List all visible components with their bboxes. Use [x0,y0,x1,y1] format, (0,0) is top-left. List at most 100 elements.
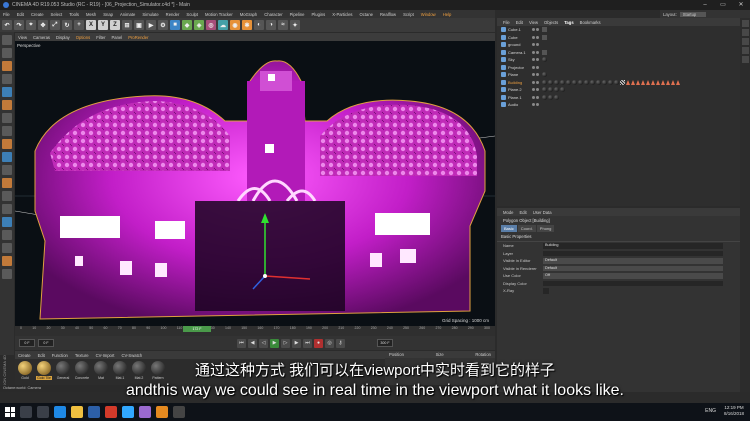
texture-tag-icon[interactable] [554,94,559,100]
menu-mesh[interactable]: Mesh [86,12,96,17]
material-menu-texture[interactable]: Texture [75,353,89,358]
warning-tag-icon[interactable] [636,79,640,85]
warning-tag-icon[interactable] [631,79,635,85]
octane-settings-icon[interactable]: ◑ [266,20,276,30]
viewport-menu-options[interactable]: Options [76,35,90,40]
object-row-plane[interactable]: Plane [497,71,740,79]
object-name[interactable]: Plane [508,72,532,77]
menu-octane[interactable]: Octane [360,12,374,17]
texture-tag-icon[interactable] [566,79,571,85]
play-icon[interactable]: ▶ [270,338,279,348]
object-row-projector[interactable]: Projector [497,64,740,72]
side-tool-icon[interactable] [741,20,749,27]
object-menu-objects[interactable]: Objects [544,20,558,25]
property-dropdown[interactable]: Off [543,273,723,279]
menu-help[interactable]: Help [443,12,452,17]
solo-icon[interactable] [2,178,12,188]
rotate-icon[interactable]: ↻ [62,20,72,30]
render-view-icon[interactable]: ▣ [134,20,144,30]
minimize-button[interactable]: – [696,0,714,10]
menu-sculpt[interactable]: Sculpt [186,12,198,17]
warning-tag-icon[interactable] [656,79,660,85]
protection-tag-icon[interactable] [542,49,547,55]
object-row-ground[interactable]: ground [497,41,740,49]
xref-icon[interactable] [2,256,12,266]
object-row-building[interactable]: Building [497,79,740,87]
start-frame-field[interactable]: 0 F [19,339,35,347]
warning-tag-icon[interactable] [661,79,665,85]
z-axis-button[interactable]: Z [110,20,120,30]
maximize-button[interactable]: ▭ [714,0,732,10]
object-row-sky[interactable]: Sky [497,56,740,64]
menu-character[interactable]: Character [264,12,282,17]
texture-tag-icon[interactable] [602,79,607,85]
menu-motion-tracker[interactable]: Motion Tracker [205,12,233,17]
texture-tag-icon[interactable] [554,87,559,93]
visibility-dots[interactable] [532,80,542,84]
menu-select[interactable]: Select [51,12,63,17]
side-tool-icon[interactable] [741,29,749,36]
texture-tag-icon[interactable] [596,79,601,85]
viewport-menu-panel[interactable]: Panel [112,35,123,40]
keyframe-selection-icon[interactable]: ⚷ [336,338,345,348]
coordinate-system-icon[interactable]: ⊞ [122,20,132,30]
side-tool-icon[interactable] [741,47,749,54]
viewport-menu-display[interactable]: Display [56,35,70,40]
property-input[interactable] [543,250,723,256]
material-menu-create[interactable]: Create [18,353,31,358]
viewport-menu-filter[interactable]: Filter [96,35,105,40]
model-mode-icon[interactable] [2,48,12,58]
texture-tag-icon[interactable] [542,79,547,85]
object-menu-edit[interactable]: Edit [516,20,523,25]
warning-tag-icon[interactable] [626,79,630,85]
visibility-dots[interactable] [532,88,542,92]
material-menu-cv-import[interactable]: CV-Import [96,353,115,358]
texture-tag-icon[interactable] [614,79,619,85]
warning-tag-icon[interactable] [646,79,650,85]
menu-create[interactable]: Create [31,12,44,17]
object-name[interactable]: Projector [508,65,532,70]
go-to-start-icon[interactable]: ⏮ [237,338,246,348]
texture-tag-icon[interactable] [590,79,595,85]
property-checkbox[interactable] [543,288,549,294]
warning-tag-icon[interactable] [671,79,675,85]
points-mode-icon[interactable] [2,87,12,97]
render-picture-viewer-icon[interactable]: ▶ [146,20,156,30]
texture-tag-icon[interactable] [542,72,547,78]
workplane-icon[interactable] [2,74,12,84]
edges-mode-icon[interactable] [2,100,12,110]
uvw-tag-icon[interactable] [620,79,625,85]
menu-realflow[interactable]: Realflow [380,12,396,17]
sculpt-icon[interactable] [2,191,12,201]
menu-edit[interactable]: Edit [17,12,24,17]
object-name[interactable]: Building [508,80,532,85]
property-input[interactable]: Building [543,243,723,249]
menu-tools[interactable]: Tools [69,12,79,17]
menu-file[interactable]: File [3,12,10,17]
ruler-icon[interactable] [2,269,12,279]
menu-script[interactable]: Script [403,12,414,17]
object-name[interactable]: Camera.1 [508,50,532,55]
texture-tag-icon[interactable] [560,79,565,85]
viewport-menu-view[interactable]: View [18,35,27,40]
visibility-dots[interactable] [532,58,542,62]
generator-icon[interactable]: ◈ [194,20,204,30]
object-row-plane-1[interactable]: Plane.1 [497,94,740,102]
visibility-dots[interactable] [532,103,542,107]
menu-window[interactable]: Window [421,12,436,17]
subdivision-icon[interactable]: ◆ [182,20,192,30]
texture-tag-icon[interactable] [584,79,589,85]
attribute-menu-user-data[interactable]: User Data [533,210,552,215]
texture-tag-icon[interactable] [548,79,553,85]
material-menu-cv-swatch[interactable]: CV-Swatch [121,353,142,358]
property-input[interactable] [543,280,723,286]
object-row-plane-2[interactable]: Plane.2 [497,86,740,94]
next-key-icon[interactable]: ▶ [292,338,301,348]
property-dropdown[interactable]: Default [543,258,723,264]
layer-browser-icon[interactable] [2,243,12,253]
app-taskbar-icon[interactable] [105,406,117,418]
visibility-dots[interactable] [532,95,542,99]
edge-browser-icon[interactable] [54,406,66,418]
object-name[interactable]: ground [508,42,532,47]
material-menu-function[interactable]: Function [52,353,68,358]
